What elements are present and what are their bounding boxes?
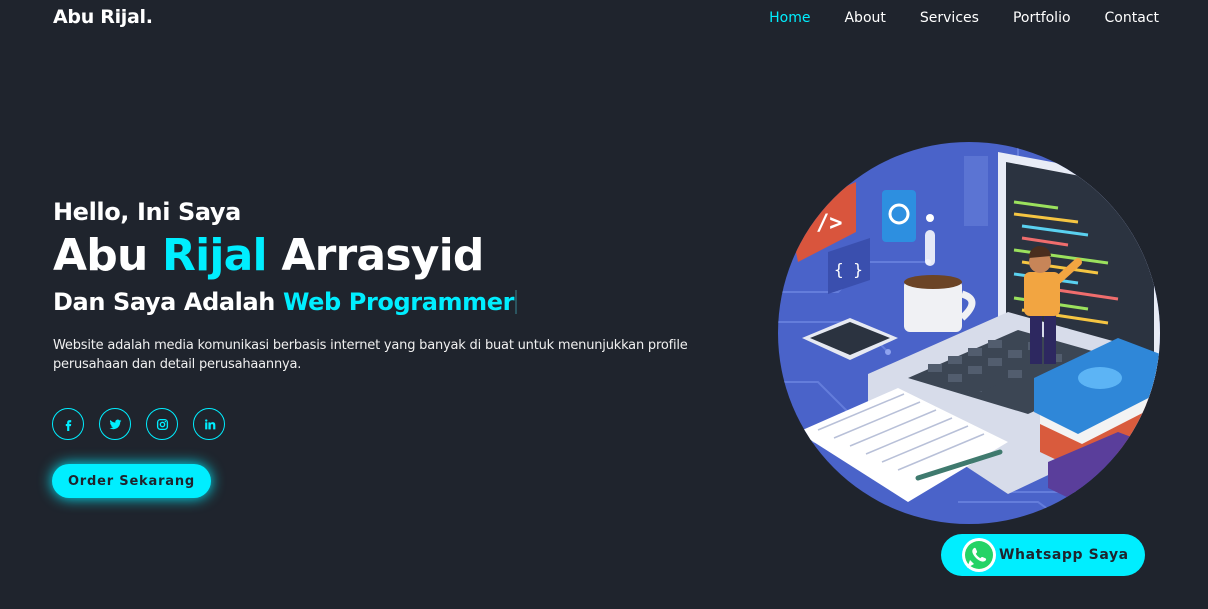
hero-section: Hello, Ini Saya Abu Rijal Arrasyid Dan S… [53,198,733,374]
nav-link-about[interactable]: About [844,10,885,26]
instagram-link[interactable] [146,408,178,440]
typing-cursor [515,290,518,314]
hero-name-first: Abu [53,230,148,281]
page: Abu Rijal. Home About Services Portfolio… [0,0,1208,609]
instagram-icon [156,418,168,430]
whatsapp-button[interactable]: Whatsapp Saya [941,534,1145,576]
social-links [52,408,225,440]
whatsapp-label: Whatsapp Saya [999,547,1129,563]
hero-greeting: Hello, Ini Saya [53,198,241,226]
whatsapp-icon [962,538,996,572]
hero-role: Dan Saya Adalah Web Programmer [53,288,733,316]
svg-text:/>: /> [816,211,843,236]
facebook-icon [65,419,71,431]
hero-name: Abu Rijal Arrasyid [53,230,733,282]
programmer-illustration: /> { } [778,142,1160,524]
twitter-icon [109,419,121,429]
order-button[interactable]: Order Sekarang [52,464,211,498]
hero-description: Website adalah media komunikasi berbasis… [53,338,688,372]
nav-link-services[interactable]: Services [920,10,979,26]
twitter-link[interactable] [99,408,131,440]
main-nav: Home About Services Portfolio Contact [769,10,1159,26]
linkedin-link[interactable] [193,408,225,440]
hero-illustration: /> { } [778,142,1160,524]
hero-role-highlight: Web Programmer [282,288,515,316]
site-logo[interactable]: Abu Rijal. [53,6,153,28]
nav-link-portfolio[interactable]: Portfolio [1013,10,1071,26]
facebook-link[interactable] [52,408,84,440]
nav-link-home[interactable]: Home [769,10,810,26]
hero-name-highlight: Rijal [162,230,268,281]
linkedin-icon [204,418,215,429]
hero-role-prefix: Dan Saya Adalah [53,288,275,316]
nav-link-contact[interactable]: Contact [1105,10,1159,26]
svg-text:{ }: { } [834,260,863,279]
hero-name-last: Arrasyid [281,230,484,281]
